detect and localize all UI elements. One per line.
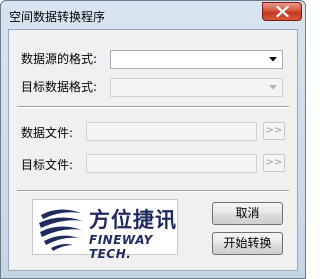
source-format-dropdown-arrow[interactable]: [266, 52, 281, 67]
data-file-input[interactable]: [86, 122, 257, 141]
globe-logo-icon: [39, 209, 83, 251]
chevron-down-icon: [269, 57, 277, 62]
target-file-browse-button[interactable]: >>: [263, 154, 285, 172]
chevron-down-icon: [269, 85, 277, 90]
logo-chinese-text: 方位捷讯: [89, 208, 177, 232]
fineway-logo: 方位捷讯 FINEWAY TECH.: [32, 199, 178, 261]
target-format-label: 目标数据格式:: [21, 80, 98, 94]
title-bar[interactable]: 空间数据转换程序: [1, 1, 305, 29]
cancel-button[interactable]: 取消: [212, 202, 283, 225]
target-file-label: 目标文件:: [21, 158, 74, 172]
target-format-select[interactable]: [110, 78, 283, 97]
window-title: 空间数据转换程序: [9, 10, 106, 24]
logo-english-text: FINEWAY TECH.: [89, 233, 153, 261]
source-format-select[interactable]: [110, 50, 283, 69]
data-file-browse-button[interactable]: >>: [263, 122, 285, 140]
source-format-label: 数据源的格式:: [21, 52, 98, 66]
close-button[interactable]: [262, 2, 302, 21]
target-format-dropdown-arrow[interactable]: [266, 80, 281, 95]
app-window: 空间数据转换程序 数据源的格式: 目标数据格式: 数据文件: >> 目标文件:: [0, 0, 306, 279]
start-convert-button[interactable]: 开始转换: [212, 232, 283, 255]
close-icon: [276, 6, 289, 17]
data-file-label: 数据文件:: [21, 126, 74, 140]
target-file-input[interactable]: [86, 154, 257, 173]
separator-bottom: [17, 190, 289, 192]
separator-top: [17, 106, 289, 108]
